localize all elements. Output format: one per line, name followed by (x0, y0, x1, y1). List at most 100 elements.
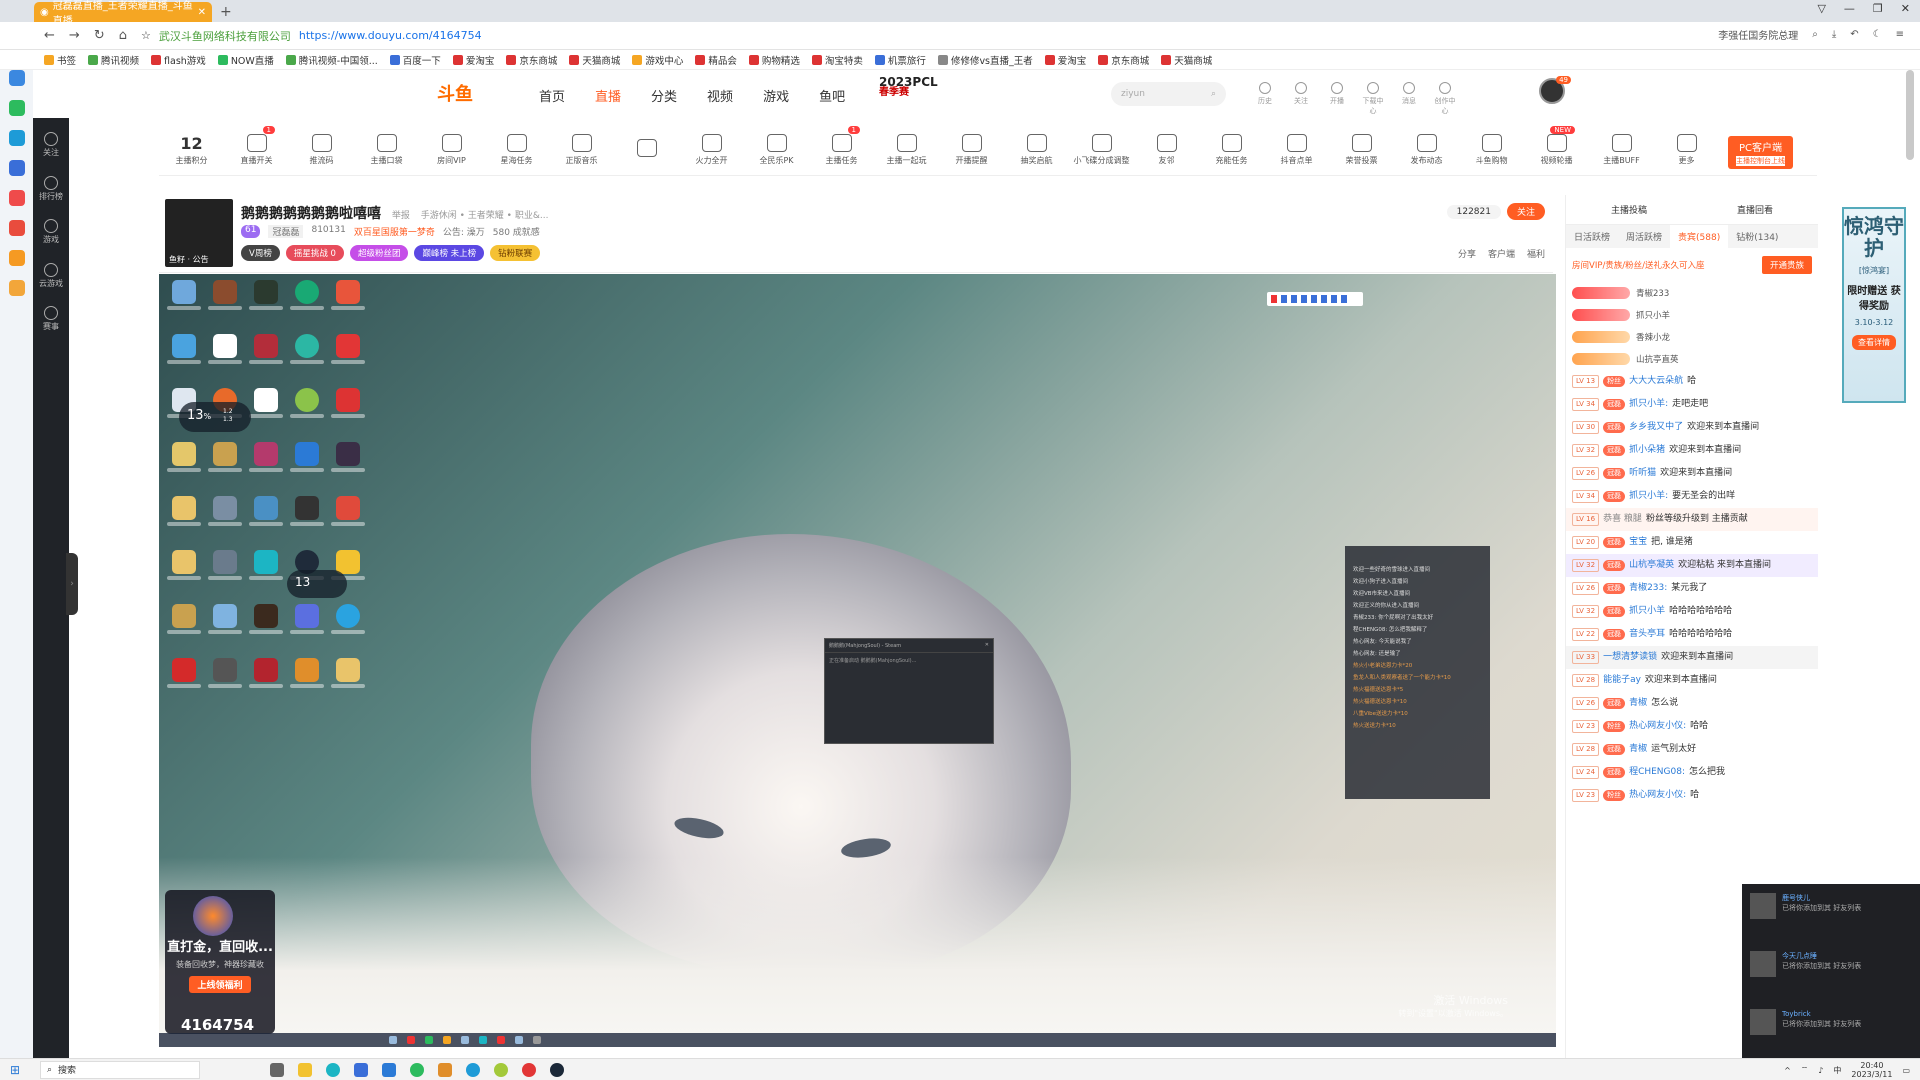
anchor-score[interactable]: 12 主播积分 (159, 134, 224, 166)
follow-button[interactable]: 关注 (1506, 203, 1545, 220)
desktop-icon[interactable] (327, 604, 368, 658)
nav-video[interactable]: 视频 (707, 86, 733, 105)
tool-ufo-share[interactable]: 小飞碟分成调整 (1069, 133, 1134, 166)
client-button[interactable]: 客户端 (1488, 247, 1515, 260)
bookmark-item[interactable]: 京东商城 (1098, 53, 1149, 67)
stream-category[interactable]: 手游休闲 • 王者荣耀 • 职业&... (421, 211, 549, 221)
list-item[interactable]: 抓只小羊 (1566, 304, 1818, 326)
desktop-icon[interactable] (327, 334, 368, 388)
bookmark-item[interactable]: 腾讯视频 (88, 53, 139, 67)
app-icon[interactable] (8, 70, 25, 86)
app-icon[interactable] (8, 130, 25, 146)
desktop-icon[interactable] (327, 388, 368, 442)
chat-message[interactable]: LV 23 粉丝 热心网友小仪: 哈 (1566, 784, 1818, 807)
promo-button[interactable]: 上线领福利 (189, 976, 251, 993)
wechat-icon[interactable] (410, 1062, 424, 1077)
start-button[interactable]: ⊞ (10, 1063, 20, 1077)
anchor-avatar[interactable]: 鱼籽 · 公告 (165, 199, 233, 267)
desktop-icon[interactable] (245, 496, 286, 550)
new-tab-button[interactable]: + (220, 2, 232, 22)
desktop-icon[interactable] (286, 496, 327, 550)
browser-tab[interactable]: ◉ 冠磊磊直播_王者荣耀直播_斗鱼直播 ✕ (34, 1, 212, 27)
tool-more[interactable]: 更多 (1654, 133, 1719, 166)
app-icon[interactable] (8, 190, 25, 206)
anchor-post-tab[interactable]: 主播投稿 (1611, 203, 1647, 216)
desktop-icon[interactable] (286, 604, 327, 658)
desktop-icon[interactable] (286, 658, 327, 712)
nav-yuba[interactable]: 鱼吧 (819, 86, 845, 105)
tool-shopping[interactable]: 斗鱼购物 (1459, 133, 1524, 166)
chat-message[interactable]: LV 23 粉丝 热心网友小仪: 哈哈 (1566, 715, 1818, 738)
browser-icon[interactable] (466, 1062, 480, 1077)
tool-douyin-order[interactable]: 抖音点单 (1264, 133, 1329, 166)
desktop-icon[interactable] (204, 442, 245, 496)
chat-message[interactable]: LV 22 冠磊 音头亭耳 哈哈哈哈哈哈哈 (1566, 623, 1818, 646)
mail-icon[interactable] (382, 1062, 396, 1077)
desktop-icon[interactable] (163, 442, 204, 496)
sidebar-expand-handle[interactable]: › (66, 553, 78, 615)
chat-message[interactable]: LV 34 冠磊 抓只小羊: 要无圣会的出咩 (1566, 485, 1818, 508)
notification-item[interactable]: 今天几点睡 已将你添加到其 好友列表 (1742, 942, 1920, 1000)
desktop-icon[interactable] (245, 334, 286, 388)
tool-stream-key[interactable]: 推流码 (289, 133, 354, 166)
back-icon[interactable]: ← (44, 28, 55, 43)
explorer-icon[interactable] (298, 1062, 312, 1077)
tool-gift[interactable] (614, 139, 679, 160)
desktop-icon[interactable] (163, 658, 204, 712)
steam-icon[interactable] (550, 1062, 564, 1077)
desktop-icon[interactable] (327, 496, 368, 550)
tab-daily[interactable]: 日活跃榜 (1566, 225, 1618, 248)
tool-honor-vote[interactable]: 荣誉投票 (1329, 133, 1394, 166)
desktop-icon[interactable] (245, 658, 286, 712)
tool-star-task[interactable]: 星海任务 (484, 133, 549, 166)
desktop-icon[interactable] (163, 496, 204, 550)
anchor-award[interactable]: 双百星国服第一梦奇 (354, 225, 435, 238)
undo-icon[interactable]: ↶ (1850, 29, 1858, 40)
app-icon[interactable] (8, 220, 25, 236)
chat-message[interactable]: LV 32 冠磊 山杭亭凝英 欢迎粘粘 来到本直播间 (1566, 554, 1818, 577)
tool-fire[interactable]: 火力全开 (679, 133, 744, 166)
desktop-icon[interactable] (204, 658, 245, 712)
volume-icon[interactable]: ♪ (1818, 1066, 1823, 1075)
search-input[interactable]: ziyun ⌕ (1111, 82, 1226, 106)
tool-live-reminder[interactable]: 开播提醒 (939, 133, 1004, 166)
tray-chevron-icon[interactable]: ^ (1784, 1066, 1791, 1075)
desktop-icon[interactable] (245, 604, 286, 658)
game-promo-overlay[interactable]: 直打金，直回收... 装备回收梦，神器珍藏收 上线领福利 (165, 890, 275, 1034)
bookmark-item[interactable]: 百度一下 (389, 53, 441, 67)
reload-icon[interactable]: ↻ (94, 28, 105, 43)
tool-pk[interactable]: 全民乐PK (744, 133, 809, 166)
chat-message[interactable]: LV 20 冠磊 宝宝 把, 谁是猪 (1566, 531, 1818, 554)
tool-anchor-task[interactable]: 1 主播任务 (809, 125, 874, 166)
url-field[interactable]: ☆ 武汉斗鱼网络科技有限公司 https://www.douyu.com/416… (141, 28, 482, 44)
chat-message[interactable]: LV 28 冠磊 青椒 运气别太好 (1566, 738, 1818, 761)
follow-button[interactable]: 关注 (1290, 82, 1312, 116)
desktop-icon[interactable] (163, 280, 204, 334)
desktop-icon[interactable] (286, 442, 327, 496)
tool-buff[interactable]: 主播BUFF (1589, 133, 1654, 166)
tool-friends[interactable]: 友邻 (1134, 133, 1199, 166)
tool-post[interactable]: 发布动态 (1394, 133, 1459, 166)
forward-icon[interactable]: → (69, 28, 80, 43)
tab-vip[interactable]: 贵宾(588) (1670, 225, 1729, 248)
desktop-icon[interactable] (245, 442, 286, 496)
bookmark-item[interactable]: 游戏中心 (632, 53, 683, 67)
notification-item[interactable]: 鹿号侠儿 已将你添加到其 好友列表 (1742, 884, 1920, 942)
desktop-icon[interactable] (286, 388, 327, 442)
nav-home[interactable]: 首页 (539, 86, 565, 105)
desktop-icon[interactable] (327, 658, 368, 712)
desktop-icon[interactable] (204, 334, 245, 388)
badge-super-fans[interactable]: 超级粉丝团 (349, 245, 409, 261)
task-view-icon[interactable] (270, 1062, 284, 1077)
chat-message[interactable]: LV 33 一想清梦读锁 欢迎来到本直播间 (1566, 646, 1818, 669)
bookmark-item[interactable]: NOW直播 (217, 53, 274, 67)
sidebar-item-cloud-games[interactable]: 云游戏 (39, 262, 63, 289)
bookmark-item[interactable]: 天猫商城 (569, 53, 620, 67)
download-center-button[interactable]: 下载中心 (1362, 82, 1384, 116)
app-icon[interactable] (8, 160, 25, 176)
bookmark-item[interactable]: 精品会 (695, 53, 737, 67)
nav-live[interactable]: 直播 (595, 86, 621, 105)
video-player[interactable]: 13% 1.2 1.3 13 鹅鹅鹅(MahjongSoul) - Steam ✕ … (159, 274, 1556, 1047)
event-ad[interactable]: 惊鸿守护 [惊鸿宴] 限时赠送 获得奖励 3.10-3.12 查看详情 (1842, 207, 1906, 403)
tab-close-icon[interactable]: ✕ (198, 7, 206, 18)
